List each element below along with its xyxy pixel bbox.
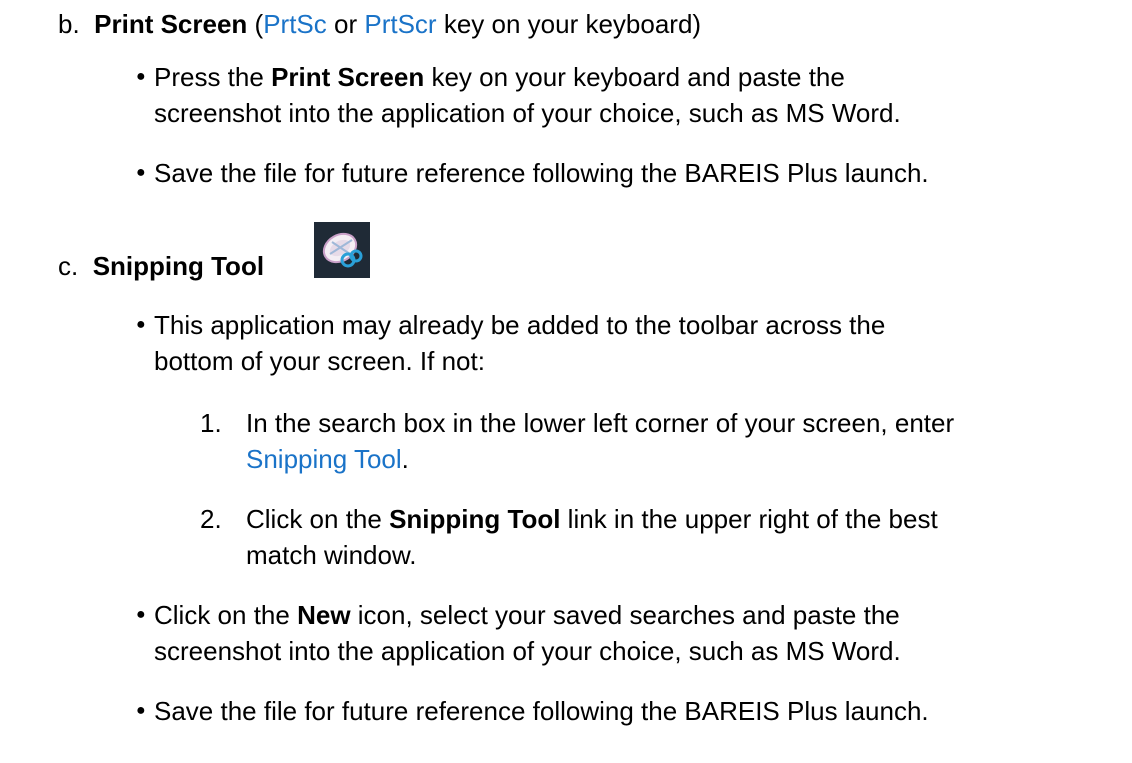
section-b-heading: b. Print Screen (PrtSc or PrtScr key on … <box>58 6 701 42</box>
step-1-line2: Snipping Tool. <box>246 441 409 477</box>
open-paren: ( <box>247 9 264 39</box>
c-bullet-2-post: icon, select your saved searches and pas… <box>350 600 900 630</box>
b-bullet-1-bold: Print Screen <box>271 62 425 92</box>
b-bullet-1-line2: screenshot into the application of your … <box>154 98 901 128</box>
snipping-tool-search-text: Snipping Tool <box>246 444 402 474</box>
step-1-number: 1. <box>200 408 222 438</box>
section-c-title: Snipping Tool <box>92 251 265 281</box>
section-b-title: Print Screen <box>94 9 248 39</box>
step-1-period: . <box>401 444 409 474</box>
c-bullet-2-line1: Click on the New icon, select your saved… <box>154 597 900 633</box>
c-bullet-2-pre: Click on the <box>154 600 298 630</box>
c-bullet-2-bold: New <box>297 600 351 630</box>
step-1-line1: In the search box in the lower left corn… <box>246 408 955 438</box>
section-b-marker: b. <box>58 9 80 39</box>
b-bullet-1-pre: Press the <box>154 62 272 92</box>
b-bullet-1-line1: Press the Print Screen key on your keybo… <box>154 59 845 95</box>
bullet-icon: ● <box>136 606 146 623</box>
prtscr-key-text: PrtScr <box>364 9 437 39</box>
section-b-rest: key on your keyboard) <box>436 9 702 39</box>
step-2-pre: Click on the <box>246 504 390 534</box>
or-text: or <box>326 9 365 39</box>
c-bullet-1-line2: bottom of your screen. If not: <box>154 346 485 376</box>
snipping-tool-icon <box>314 222 370 278</box>
bullet-icon: ● <box>136 68 146 85</box>
step-2-post: link in the upper right of the best <box>560 504 938 534</box>
section-c-heading: c. Snipping Tool <box>58 248 264 284</box>
step-2-bold: Snipping Tool <box>389 504 561 534</box>
bullet-icon: ● <box>136 164 146 181</box>
bullet-icon: ● <box>136 702 146 719</box>
step-2-line1: Click on the Snipping Tool link in the u… <box>246 501 938 537</box>
prtsc-key-text: PrtSc <box>263 9 327 39</box>
section-c-marker: c. <box>58 251 79 281</box>
b-bullet-2: Save the file for future reference follo… <box>154 158 929 188</box>
step-2-line2: match window. <box>246 540 417 570</box>
step-2-number: 2. <box>200 504 222 534</box>
c-bullet-1-line1: This application may already be added to… <box>154 310 886 340</box>
c-bullet-2-line2: screenshot into the application of your … <box>154 636 901 666</box>
b-bullet-1-post: key on your keyboard and paste the <box>424 62 845 92</box>
c-bullet-3: Save the file for future reference follo… <box>154 696 929 726</box>
bullet-icon: ● <box>136 316 146 333</box>
